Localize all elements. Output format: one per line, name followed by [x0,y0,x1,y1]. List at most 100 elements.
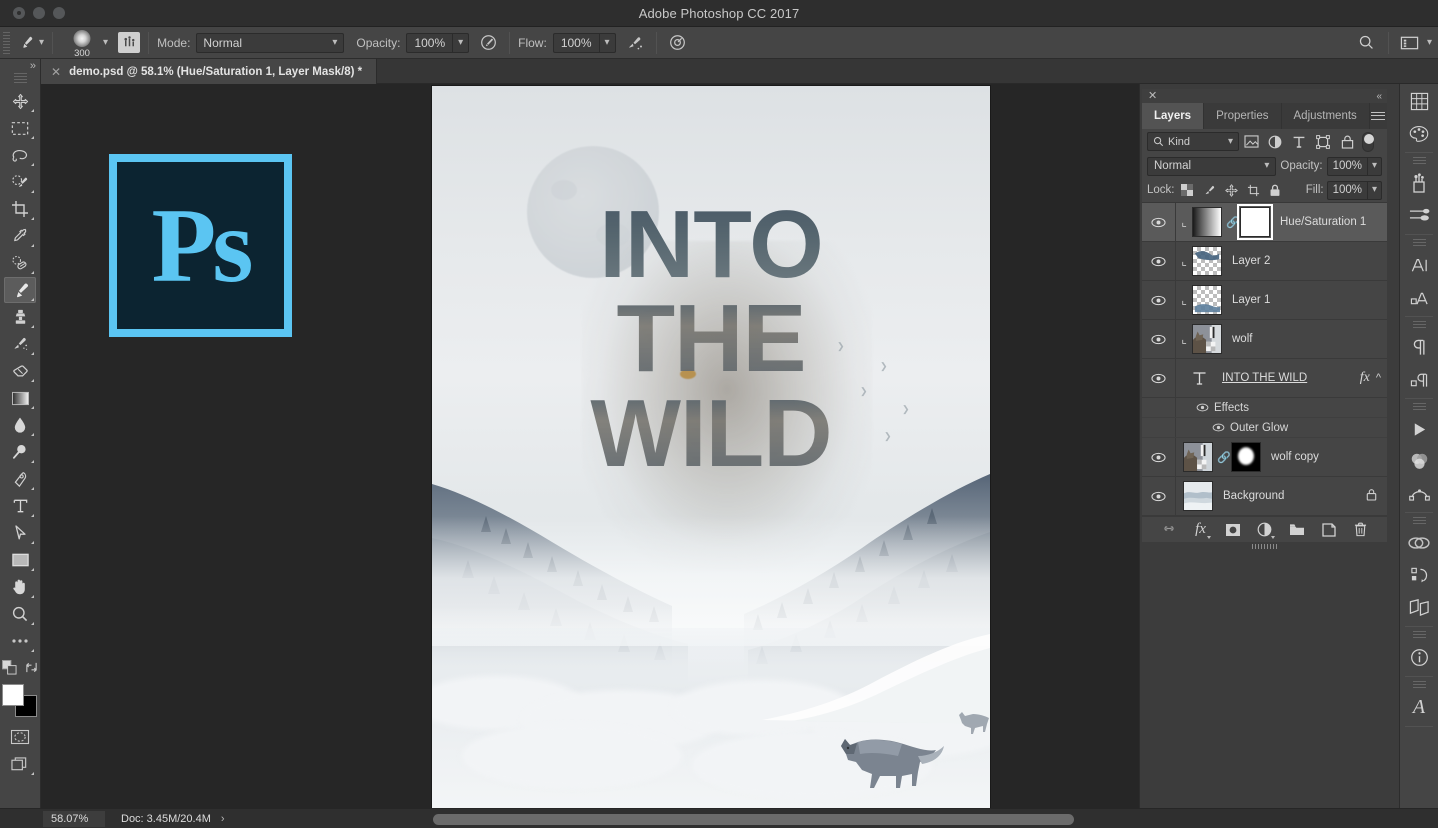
tab-adjustments[interactable]: Adjustments [1282,103,1370,129]
timeline-panel-icon[interactable] [1404,414,1434,444]
table-row[interactable]: Background [1142,477,1387,516]
blend-mode-select[interactable]: Normal ▾ [196,32,345,53]
character-panel-icon[interactable] [1404,250,1434,280]
opacity-value[interactable]: 100% [406,32,453,53]
spot-healing-brush-tool[interactable] [4,250,36,276]
layer-visibility-toggle[interactable] [1142,438,1176,476]
brush-size-chevron-down-icon[interactable]: ▾ [103,37,108,48]
table-row[interactable]: ⌞ Layer 1 [1142,281,1387,320]
layer-visibility-toggle[interactable] [1142,242,1176,280]
tab-properties[interactable]: Properties [1204,103,1282,129]
clone-stamp-tool[interactable] [4,304,36,330]
layer-opacity-stepper[interactable]: ▾ [1367,156,1382,176]
rectangular-marquee-tool[interactable] [4,115,36,141]
shape-layer-filter-icon[interactable] [1311,131,1335,152]
screen-mode-icon[interactable] [4,751,36,777]
tab-layers[interactable]: Layers [1142,103,1205,129]
zoom-level-field[interactable]: 58.07% [43,810,105,827]
add-layer-style-icon[interactable]: fx [1192,521,1211,539]
layer-thumbnail[interactable] [1192,285,1222,315]
lock-all-icon[interactable] [1266,180,1285,200]
layer-name[interactable]: Layer 2 [1232,255,1270,267]
paragraph-styles-icon[interactable] [1404,282,1434,312]
color-panel-icon[interactable] [1404,86,1434,116]
chevron-up-icon[interactable]: ^ [1376,372,1381,384]
list-item[interactable]: Outer Glow [1142,418,1387,438]
layer-opacity-value[interactable]: 100% [1326,156,1367,176]
close-window-button[interactable] [13,7,25,19]
crop-tool[interactable] [4,196,36,222]
link-mask-icon[interactable]: 🔗 [1217,451,1231,464]
foreground-color-swatch[interactable] [2,684,24,706]
channels-panel-icon[interactable] [1404,446,1434,476]
hand-tool[interactable] [4,574,36,600]
layer-thumbnail[interactable] [1192,207,1222,237]
layer-comps-icon[interactable] [1404,528,1434,558]
filter-toggle-switch[interactable] [1362,131,1374,152]
lock-image-pixels-icon[interactable] [1200,180,1219,200]
paragraph-panel-icon[interactable] [1404,332,1434,362]
layer-name[interactable]: wolf copy [1271,451,1319,463]
layer-name[interactable]: INTO THE WILD [1222,372,1307,384]
paths-panel-icon[interactable] [1404,478,1434,508]
layer-thumbnail[interactable] [1183,442,1213,472]
minimize-window-button[interactable] [33,7,45,19]
layer-blend-mode-select[interactable]: Normal ▾ [1147,156,1277,176]
rectangle-tool[interactable] [4,547,36,573]
blur-tool[interactable] [4,412,36,438]
toolbar-expand-toggle[interactable]: » [0,59,40,73]
glyphs-panel-icon[interactable]: A [1404,692,1434,722]
horizontal-type-tool[interactable] [4,493,36,519]
layer-visibility-toggle[interactable] [1142,203,1176,241]
new-group-icon[interactable] [1288,521,1306,539]
layer-thumbnail[interactable] [1183,481,1213,511]
table-row[interactable]: ⌞ 🔗 Hue/Saturation 1 [1142,203,1387,242]
airbrush-icon[interactable] [622,31,648,55]
character-styles-icon[interactable] [1404,364,1434,394]
lock-artboard-nesting-icon[interactable] [1244,180,1263,200]
document-tab[interactable]: ✕ demo.psd @ 58.1% (Hue/Saturation 1, La… [41,59,378,84]
table-row[interactable]: ⌞ wolf [1142,320,1387,359]
link-layers-icon[interactable] [1160,521,1178,539]
collapse-panel-icon[interactable]: « [1376,91,1381,102]
table-row[interactable]: INTO THE WILD fx ^ [1142,359,1387,398]
layer-thumbnail[interactable] [1192,246,1222,276]
default-colors-icon[interactable] [2,660,17,680]
lock-position-icon[interactable] [1222,180,1241,200]
lasso-tool[interactable] [4,142,36,168]
options-bar-grip[interactable] [3,31,10,54]
close-icon[interactable]: ✕ [1148,90,1157,102]
effect-visibility-toggle[interactable] [1212,419,1225,437]
move-tool[interactable] [4,88,36,114]
status-expand-arrow-icon[interactable]: › [221,813,225,825]
link-mask-icon[interactable]: 🔗 [1226,216,1240,229]
dodge-tool[interactable] [4,439,36,465]
filter-kind-select[interactable]: Kind ▾ [1147,132,1239,151]
quick-selection-tool[interactable] [4,169,36,195]
search-icon[interactable] [1354,31,1380,55]
workspace-chevron-down-icon[interactable]: ▾ [1427,37,1432,48]
history-panel-icon[interactable] [1404,560,1434,590]
brush-presets-icon[interactable] [1404,168,1434,198]
fill-value[interactable]: 100% [1326,180,1367,200]
layer-visibility-toggle[interactable] [1142,477,1176,515]
new-fill-adjustment-layer-icon[interactable] [1256,521,1275,539]
color-swatches[interactable] [2,684,38,717]
brush-preset-chevron-down-icon[interactable]: ▾ [39,37,44,48]
type-layer-filter-icon[interactable] [1287,131,1311,152]
table-row[interactable]: ⌞ Layer 2 [1142,242,1387,281]
layer-name[interactable]: Hue/Saturation 1 [1280,216,1366,228]
canvas-area[interactable]: Ps INTO THE WILD [41,84,1139,808]
layer-visibility-toggle[interactable] [1142,281,1176,319]
edit-toolbar-tool[interactable] [4,628,36,654]
pen-tool[interactable] [4,466,36,492]
delete-layer-icon[interactable] [1352,521,1370,539]
flow-value[interactable]: 100% [552,32,599,53]
smoothing-icon[interactable] [665,31,691,55]
swatches-panel-icon[interactable] [1404,118,1434,148]
brush-tool[interactable] [4,277,36,303]
brush-preset-picker[interactable]: 300 [67,29,97,59]
eraser-tool[interactable] [4,358,36,384]
layer-name[interactable]: wolf [1232,333,1252,345]
panel-resize-grip[interactable] [1142,542,1387,551]
